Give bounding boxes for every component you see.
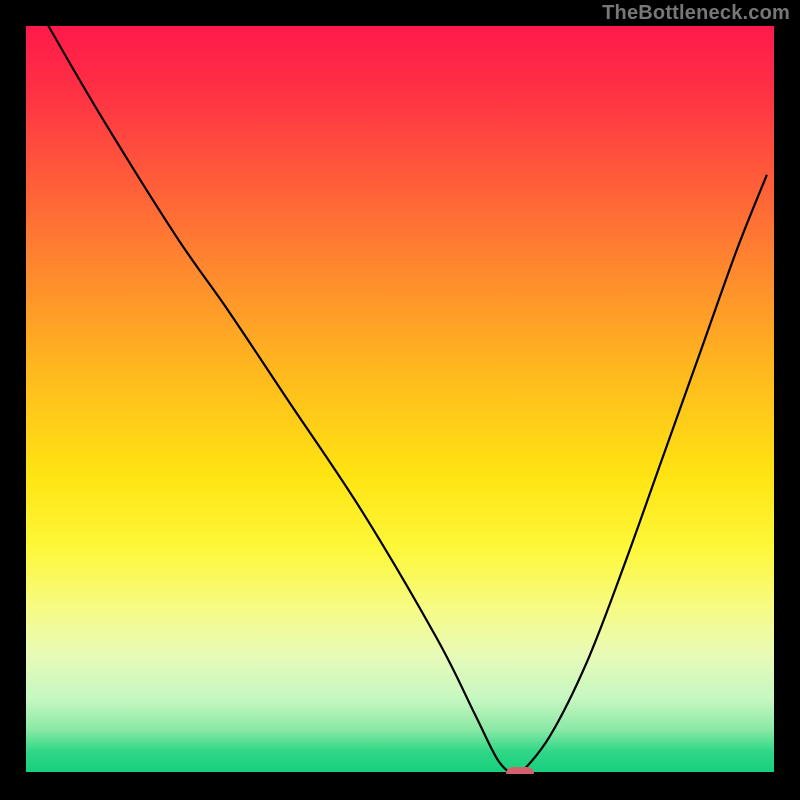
optimal-point-marker xyxy=(506,767,534,774)
plot-area xyxy=(26,26,774,774)
watermark-text: TheBottleneck.com xyxy=(602,2,790,25)
x-axis-line xyxy=(26,772,774,774)
chart-frame: TheBottleneck.com xyxy=(0,0,800,800)
bottleneck-curve xyxy=(26,26,774,774)
